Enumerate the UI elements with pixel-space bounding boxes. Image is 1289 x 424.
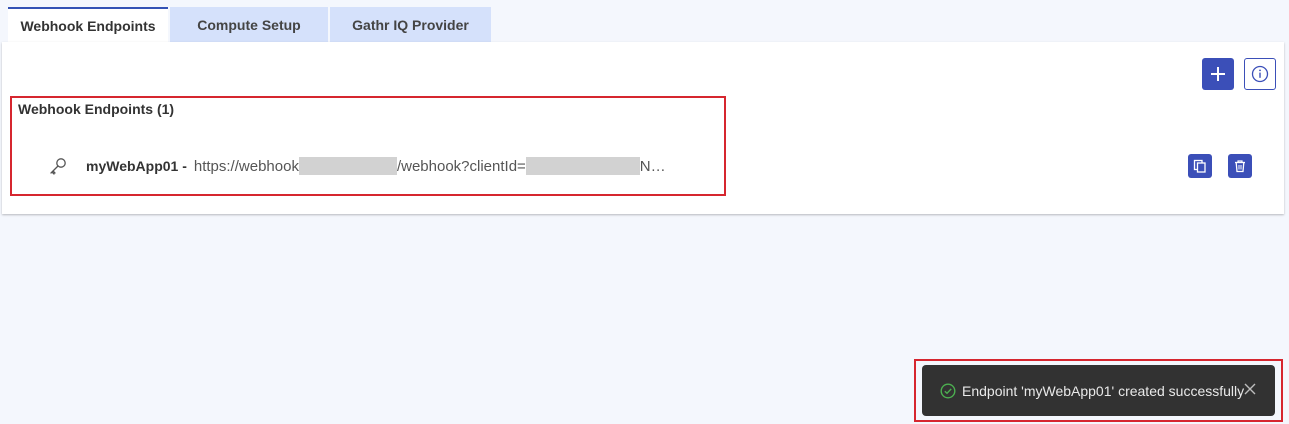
toast-highlight-box (914, 359, 1283, 422)
info-icon (1251, 65, 1269, 83)
tab-gathr-iq-provider[interactable]: Gathr IQ Provider (330, 7, 491, 42)
plus-icon (1211, 67, 1225, 81)
tab-compute-setup[interactable]: Compute Setup (170, 7, 328, 42)
copy-icon (1193, 159, 1206, 173)
copy-endpoint-button[interactable] (1188, 154, 1212, 178)
delete-endpoint-button[interactable] (1228, 154, 1252, 178)
tab-bar: Webhook Endpoints Compute Setup Gathr IQ… (8, 7, 493, 42)
tab-webhook-endpoints[interactable]: Webhook Endpoints (8, 7, 168, 42)
add-endpoint-button[interactable] (1202, 58, 1234, 90)
trash-icon (1235, 160, 1245, 173)
info-button[interactable] (1244, 58, 1276, 90)
endpoint-highlight-box (10, 96, 726, 196)
